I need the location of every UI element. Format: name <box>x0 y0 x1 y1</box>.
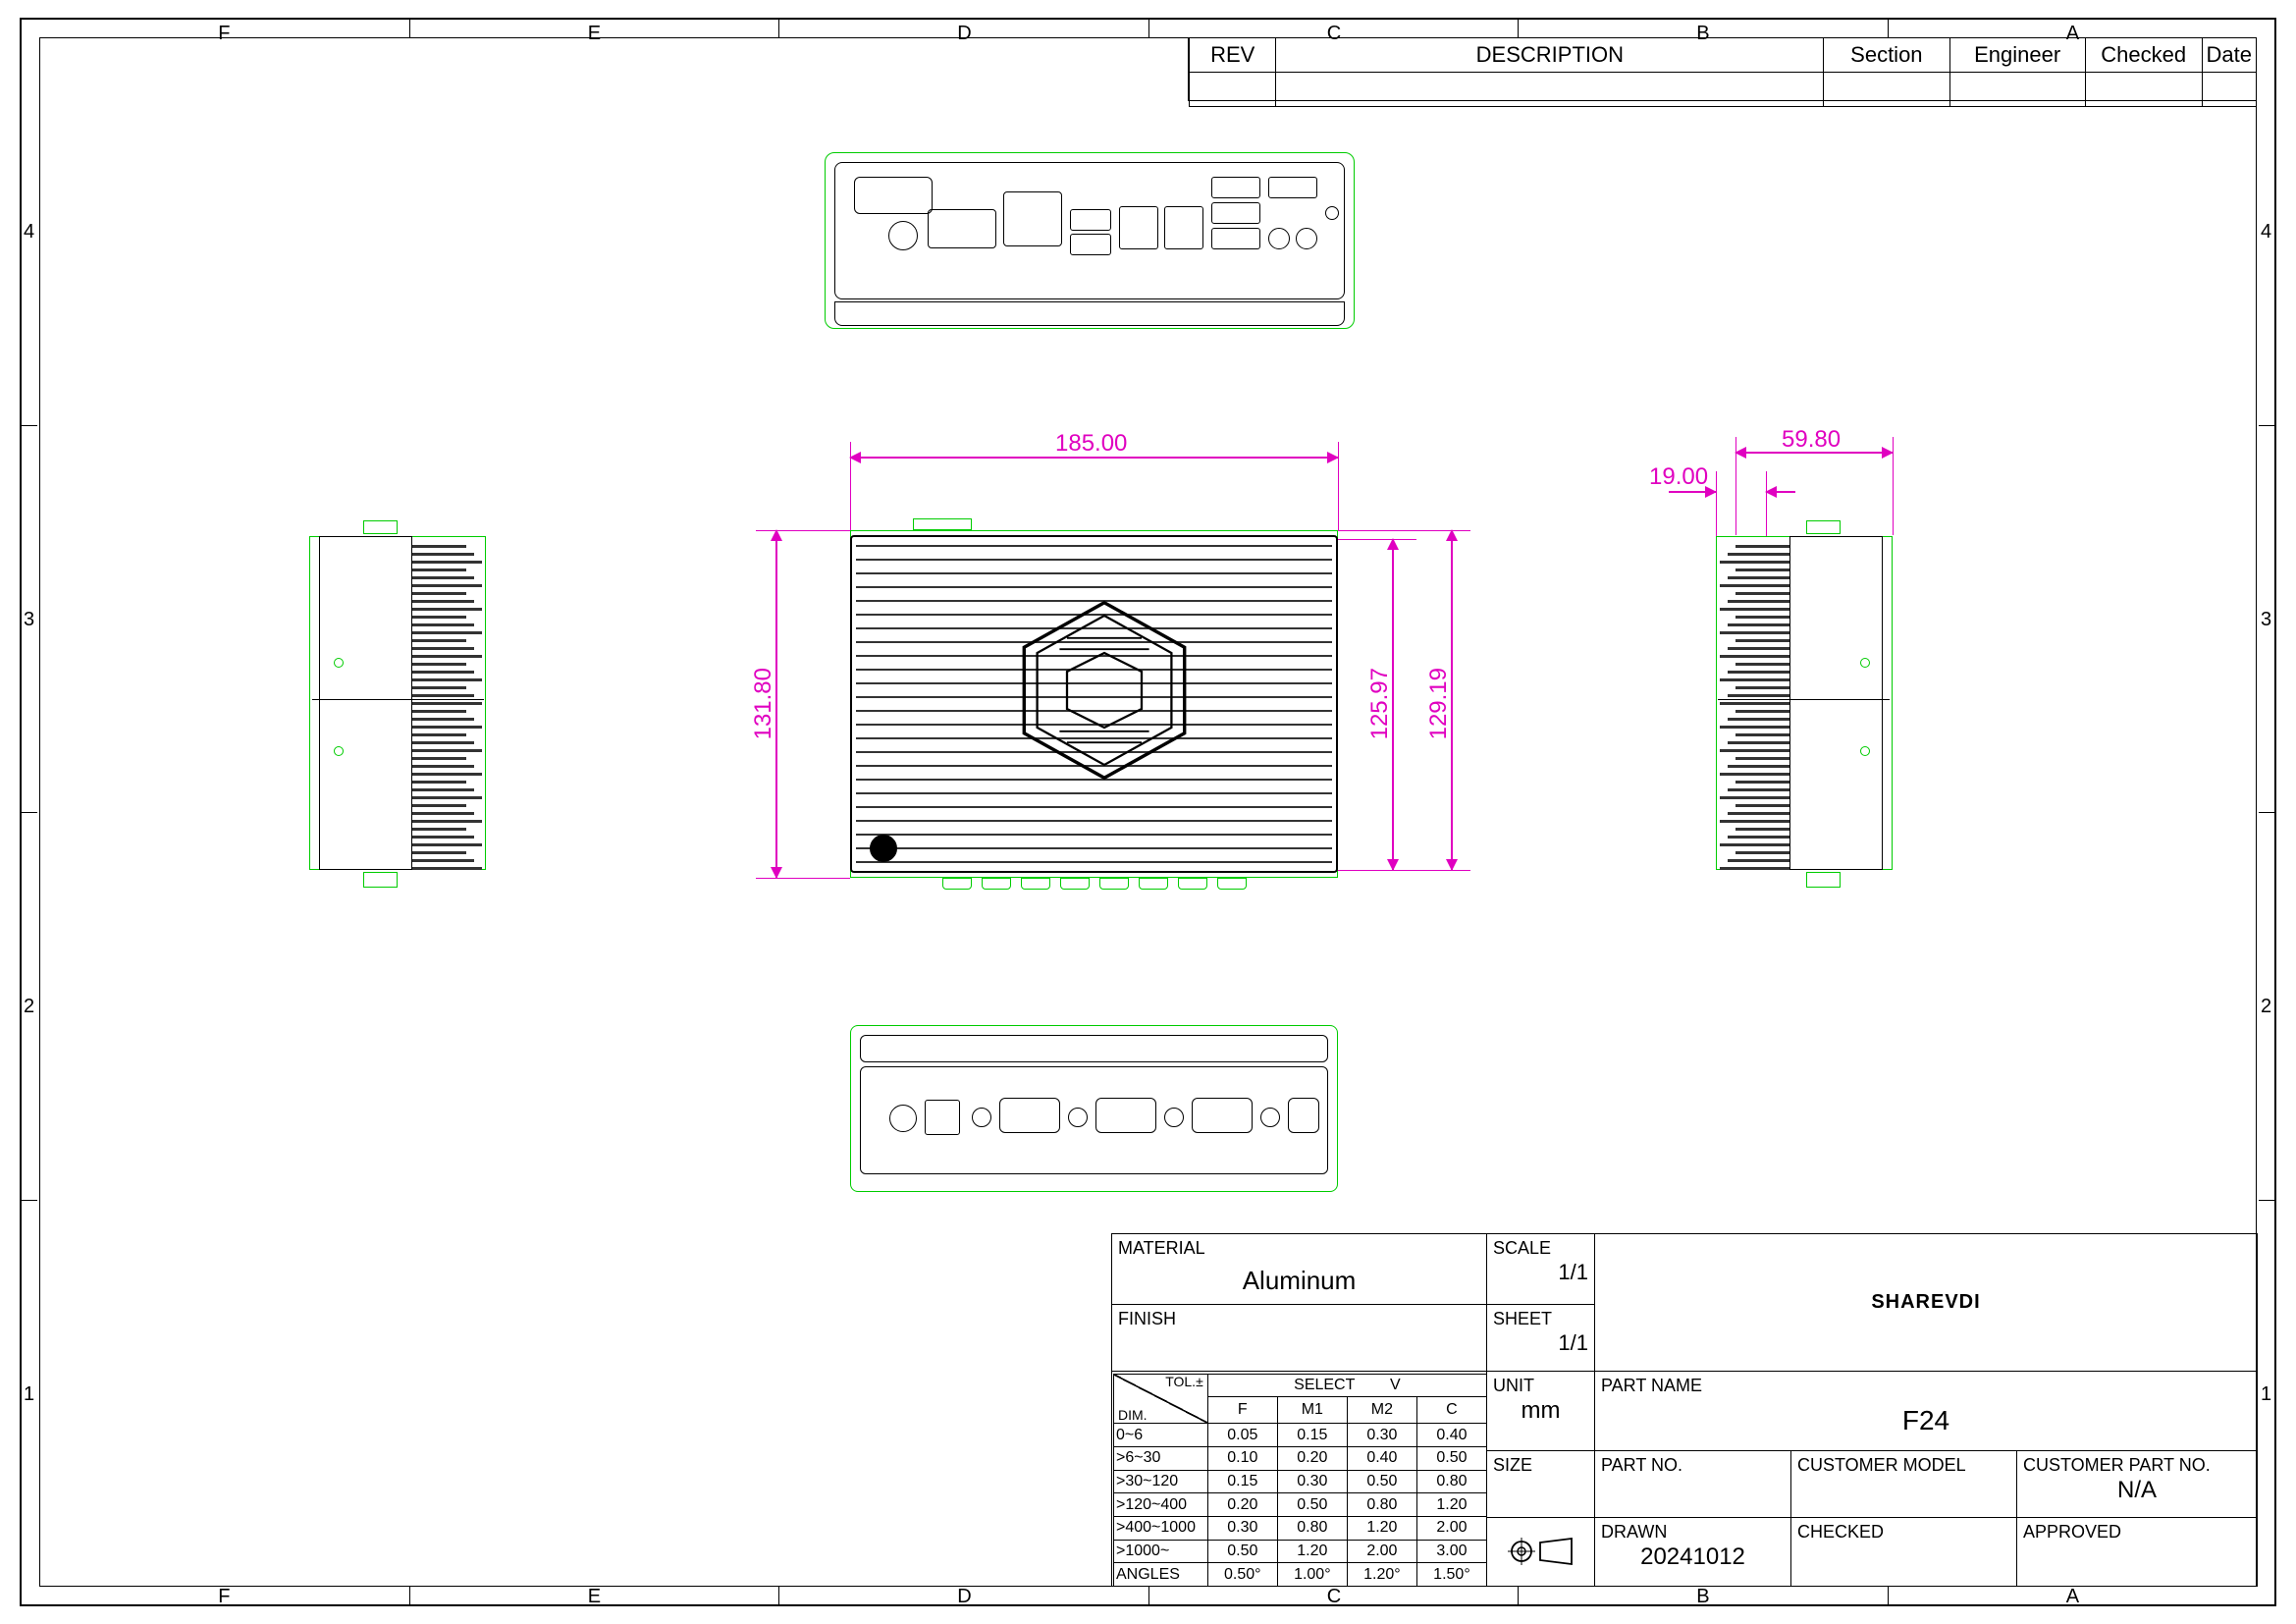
zone-col: A <box>2066 1586 2079 1608</box>
hex-fan-cover-icon <box>1011 597 1198 784</box>
zone-row: 1 <box>24 1383 34 1406</box>
tol-val: 0.15 <box>1277 1424 1347 1447</box>
rev-hdr-checked: Checked <box>2085 38 2202 73</box>
tol-val: 0.30 <box>1277 1470 1347 1493</box>
tol-val: 0.05 <box>1207 1424 1277 1447</box>
tb-finish: FINISH <box>1112 1305 1487 1372</box>
tol-val: 0.50 <box>1207 1540 1277 1563</box>
tolerance-table: DIM. TOL.± SELECT V F M1 M2 C 0~60.050.1… <box>1113 1374 1487 1587</box>
tb-company: SHAREVDI <box>1595 1234 2258 1372</box>
tb-size: SIZE <box>1487 1450 1595 1517</box>
tb-custmodel: CUSTOMER MODEL <box>1791 1450 2017 1517</box>
tb-partno: PART NO. <box>1595 1450 1791 1517</box>
tb-projection-icon <box>1487 1517 1595 1586</box>
rev-cell <box>2085 73 2202 107</box>
rev-cell <box>1276 73 1824 107</box>
tol-val: 1.20 <box>1416 1493 1486 1517</box>
zone-col: F <box>218 23 230 45</box>
zone-row: 2 <box>2261 996 2271 1018</box>
tb-drawn: DRAWN 20241012 <box>1595 1517 1791 1586</box>
zone-col: E <box>588 1586 601 1608</box>
tol-val: 1.20° <box>1347 1563 1416 1587</box>
tol-val: 0.15 <box>1207 1470 1277 1493</box>
tol-val: 1.00° <box>1277 1563 1347 1587</box>
zone-col: B <box>1696 1586 1709 1608</box>
tb-sheet: SHEET 1/1 <box>1487 1305 1595 1372</box>
rev-hdr-date: Date <box>2202 38 2256 73</box>
zone-row: 3 <box>24 609 34 631</box>
zone-col: F <box>218 1586 230 1608</box>
rev-hdr-section: Section <box>1824 38 1949 73</box>
rev-cell <box>1949 73 2085 107</box>
tol-range: >120~400 <box>1114 1493 1208 1517</box>
tol-val: 1.20 <box>1277 1540 1347 1563</box>
tol-val: 0.50 <box>1347 1470 1416 1493</box>
tol-val: 0.80 <box>1416 1470 1486 1493</box>
rev-hdr-engineer: Engineer <box>1949 38 2085 73</box>
zone-col: A <box>2066 23 2079 45</box>
zone-row: 4 <box>24 221 34 244</box>
tb-checked: CHECKED <box>1791 1517 2017 1586</box>
tol-val: 0.30 <box>1347 1424 1416 1447</box>
tol-range: >6~30 <box>1114 1446 1208 1470</box>
tol-val: 0.30 <box>1207 1516 1277 1540</box>
zone-col: B <box>1696 23 1709 45</box>
tb-custpart: CUSTOMER PART NO. N/A <box>2017 1450 2258 1517</box>
zone-col: C <box>1327 23 1341 45</box>
tb-approved: APPROVED <box>2017 1517 2258 1586</box>
tol-val: 1.20 <box>1347 1516 1416 1540</box>
tol-range: 0~6 <box>1114 1424 1208 1447</box>
zone-row: 2 <box>24 996 34 1018</box>
tol-val: 0.40 <box>1416 1424 1486 1447</box>
tol-val: 0.50° <box>1207 1563 1277 1587</box>
tol-range: >1000~ <box>1114 1540 1208 1563</box>
revision-block: REV DESCRIPTION Section Engineer Checked… <box>1188 37 2257 101</box>
tol-val: 0.40 <box>1347 1446 1416 1470</box>
tb-unit: UNIT mm <box>1487 1372 1595 1450</box>
tol-val: 0.20 <box>1207 1493 1277 1517</box>
zone-col: C <box>1327 1586 1341 1608</box>
zone-col: D <box>957 23 971 45</box>
tol-val: 3.00 <box>1416 1540 1486 1563</box>
tol-range: >30~120 <box>1114 1470 1208 1493</box>
tol-val: 0.50 <box>1277 1493 1347 1517</box>
tol-val: 2.00 <box>1347 1540 1416 1563</box>
rev-cell <box>1190 73 1276 107</box>
tol-val: 2.00 <box>1416 1516 1486 1540</box>
rev-cell <box>1824 73 1949 107</box>
tol-range: ANGLES <box>1114 1563 1208 1587</box>
tol-range: >400~1000 <box>1114 1516 1208 1540</box>
tb-partname: PART NAME F24 <box>1595 1372 2258 1450</box>
rev-cell <box>2202 73 2256 107</box>
tol-val: 0.50 <box>1416 1446 1486 1470</box>
tb-scale: SCALE 1/1 <box>1487 1234 1595 1305</box>
zone-col: D <box>957 1586 971 1608</box>
zone-col: E <box>588 23 601 45</box>
tol-val: 0.20 <box>1277 1446 1347 1470</box>
zone-row: 3 <box>2261 609 2271 631</box>
tol-val: 0.10 <box>1207 1446 1277 1470</box>
tol-val: 0.80 <box>1277 1516 1347 1540</box>
tb-material: MATERIAL Aluminum <box>1112 1234 1487 1305</box>
rev-hdr-rev: REV <box>1190 38 1276 73</box>
zone-row: 4 <box>2261 221 2271 244</box>
tol-val: 1.50° <box>1416 1563 1486 1587</box>
tol-val: 0.80 <box>1347 1493 1416 1517</box>
zone-row: 1 <box>2261 1383 2271 1406</box>
rev-hdr-desc: DESCRIPTION <box>1276 38 1824 73</box>
